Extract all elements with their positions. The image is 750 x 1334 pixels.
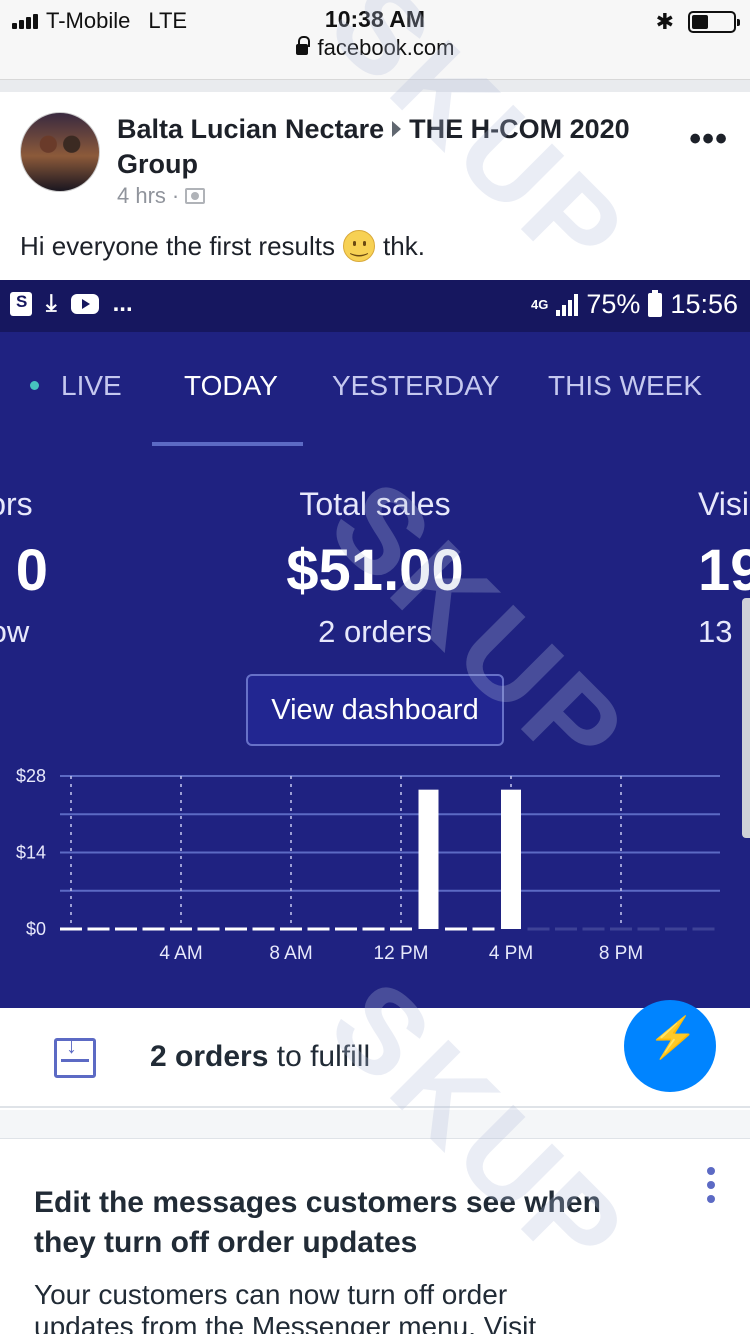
smile-emoji-icon — [343, 230, 376, 262]
metric-sub: iow — [0, 614, 30, 649]
more-notifications: ... — [112, 290, 133, 317]
post-text: Hi everyone the first results thk. — [20, 230, 425, 262]
youtube-icon — [70, 294, 99, 314]
post-header: Balta Lucian Nectare THE H-COM 2020 Group — [117, 112, 677, 182]
x-tick-label: 12 PM — [374, 943, 429, 964]
arrow-right-icon — [392, 121, 402, 137]
more-options-icon[interactable]: ••• — [689, 120, 728, 159]
time-range-tabs: LIVE TODAY YESTERDAY THIS WEEK — [0, 332, 750, 452]
meta-separator: · — [171, 183, 180, 208]
card-menu-icon[interactable] — [706, 1167, 716, 1203]
android-status-bar: ⤓ ... 4G 75% 15:56 — [0, 280, 750, 332]
feed-separator — [0, 80, 750, 92]
x-tick-label: 4 PM — [489, 943, 533, 964]
android-clock: 15:56 — [670, 289, 738, 319]
android-notifications: ⤓ ... — [10, 290, 133, 318]
post-text-start: Hi everyone the first results — [20, 230, 336, 261]
android-signal-icon — [556, 293, 579, 316]
ios-status-bar: T-Mobile LTE 10:38 AM facebook.com ✱ — [0, 0, 750, 80]
metric-value: 19 — [698, 538, 750, 603]
address-bar[interactable]: facebook.com — [0, 35, 750, 61]
messages-info-card: Edit the messages customers see when the… — [0, 1138, 750, 1334]
y-tick-label: $14 — [16, 843, 46, 863]
author-name[interactable]: Balta Lucian Nectare — [117, 114, 384, 144]
inbox-download-icon — [54, 1033, 96, 1078]
android-battery-icon — [648, 289, 663, 317]
battery-icon — [688, 11, 740, 33]
network-4g-icon: 4G — [531, 296, 549, 312]
post-text-end: thk. — [383, 230, 425, 261]
shared-screenshot[interactable]: ⤓ ... 4G 75% 15:56 LIVE TODAY YESTERDAY … — [0, 280, 750, 1334]
metric-value: $51.00 — [286, 538, 464, 603]
post-time[interactable]: 4 hrs — [117, 183, 166, 209]
hourly-sales-chart: $0 $14 $28 4 AM 8 AM 12 PM 4 PM 8 PM — [16, 766, 720, 964]
ios-status-right: ✱ — [655, 9, 740, 35]
x-tick-label: 8 PM — [599, 943, 643, 964]
metric-sub: 2 orders — [318, 614, 432, 649]
card-separator — [0, 1110, 750, 1138]
shopify-bag-icon — [10, 292, 32, 316]
fulfill-text: 2 orders to fulfill — [150, 1040, 370, 1074]
chart-bar — [501, 789, 521, 929]
active-tab-indicator — [152, 442, 303, 446]
fulfill-count: 2 orders — [150, 1040, 269, 1073]
fulfill-suffix: to fulfill — [276, 1040, 371, 1073]
tab-yesterday[interactable]: YESTERDAY — [332, 370, 500, 402]
x-tick-label: 8 AM — [269, 943, 312, 964]
metric-label: tors — [0, 486, 33, 522]
tab-this-week[interactable]: THIS WEEK — [548, 370, 702, 402]
metric-label: Total sales — [299, 486, 451, 522]
messenger-icon[interactable] — [624, 1000, 716, 1092]
card-body: Your customers can now turn off order up… — [34, 1279, 537, 1334]
download-icon: ⤓ — [46, 290, 57, 317]
y-tick-label: $28 — [16, 766, 46, 786]
audience-group-icon — [185, 188, 206, 204]
ios-clock: 10:38 AM — [324, 6, 426, 32]
lock-icon — [295, 36, 310, 55]
tab-live-label: LIVE — [61, 370, 122, 401]
author-avatar[interactable] — [20, 112, 100, 192]
bluetooth-icon: ✱ — [655, 9, 674, 34]
shopify-dashboard: LIVE TODAY YESTERDAY THIS WEEK tors 0 io… — [0, 332, 750, 1008]
metric-total-sales[interactable]: Total sales $51.00 2 orders — [225, 486, 525, 650]
android-battery-percent: 75% — [586, 289, 641, 319]
metric-value: 0 — [15, 538, 48, 603]
metric-label: Visi — [698, 486, 749, 522]
chart-bar — [418, 789, 439, 929]
y-tick-label: $0 — [26, 919, 46, 939]
metric-visitors-left[interactable]: tors 0 iow — [0, 486, 66, 650]
live-dot-icon — [30, 381, 39, 390]
scrollbar-thumb[interactable] — [742, 598, 750, 838]
android-status-right: 4G 75% 15:56 — [531, 289, 738, 320]
url-text: facebook.com — [317, 35, 455, 60]
view-dashboard-button[interactable]: View dashboard — [246, 674, 504, 746]
tab-today[interactable]: TODAY — [184, 370, 278, 402]
post-meta: 4 hrs · — [117, 183, 206, 209]
card-title: Edit the messages customers see when the… — [34, 1186, 601, 1259]
tab-live[interactable]: LIVE — [30, 370, 122, 402]
x-tick-label: 4 AM — [159, 943, 202, 964]
